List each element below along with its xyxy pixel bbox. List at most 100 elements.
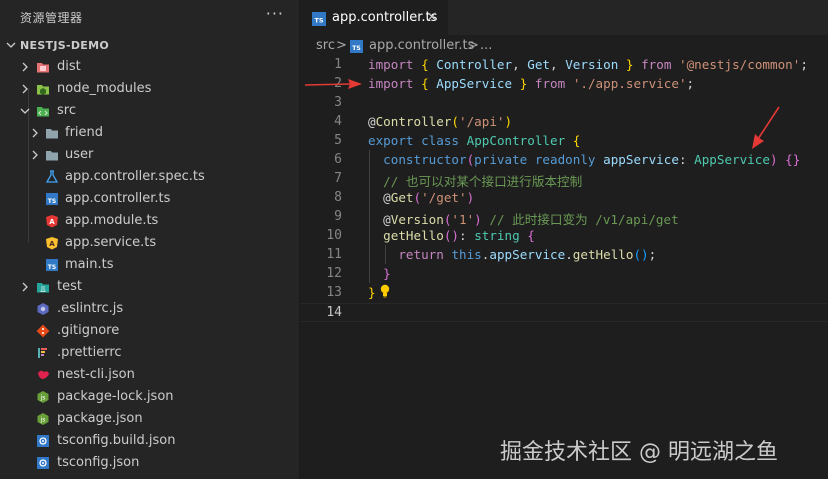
- code-line[interactable]: 9 @Version('1') // 此时接口变为 /v1/api/get: [300, 208, 828, 227]
- line-number: 14: [326, 305, 342, 320]
- code-text: @Version('1') // 此时接口变为 /v1/api/get: [368, 209, 679, 228]
- line-number: 10: [326, 228, 342, 243]
- folder-dist-icon: [37, 63, 49, 73]
- code-token: {: [421, 76, 429, 91]
- code-line[interactable]: 1 import { Controller, Get, Version } fro…: [300, 56, 828, 75]
- tree-file-package-lock[interactable]: js package-lock.json: [0, 386, 300, 408]
- code-area[interactable]: 1 import { Controller, Get, Version } fro…: [300, 56, 828, 322]
- code-line[interactable]: 7 // 也可以对某个接口进行版本控制: [300, 170, 828, 189]
- code-token: readonly: [534, 152, 596, 167]
- chevron-right-icon: [22, 62, 28, 72]
- tree-folder-test[interactable]: test: [0, 276, 300, 298]
- code-token: Get: [390, 190, 414, 205]
- tree-file-app-module[interactable]: A app.module.ts: [0, 210, 300, 232]
- tree-folder-user[interactable]: user: [0, 144, 300, 166]
- breadcrumb-folder[interactable]: src: [316, 38, 335, 53]
- code-token: ;: [686, 76, 695, 91]
- tree-root-nestjs-demo[interactable]: NESTJS-DEMO: [0, 34, 300, 56]
- tree-file-main[interactable]: TS main.ts: [0, 254, 300, 276]
- breadcrumb-separator: >: [336, 38, 347, 53]
- json-file-icon: js: [37, 391, 49, 403]
- typescript-file-icon: TS: [46, 193, 58, 205]
- code-line[interactable]: 11 return this.appService.getHello();: [300, 246, 828, 265]
- tree-item-label: nest-cli.json: [57, 367, 135, 382]
- tree-item-label: friend: [65, 125, 104, 140]
- code-token: '@nestjs/common': [679, 57, 801, 72]
- tree-file-app-service[interactable]: A app.service.ts: [0, 232, 300, 254]
- code-token: }: [368, 285, 376, 300]
- code-token: ,: [550, 57, 558, 72]
- line-number: 12: [326, 266, 342, 281]
- tree-item-label: .gitignore: [57, 323, 120, 338]
- code-text: @Controller('/api'): [368, 114, 512, 129]
- indent-guide: [385, 245, 386, 264]
- tree-file-prettierrc[interactable]: .prettierrc: [0, 342, 300, 364]
- explorer-title: 资源管理器: [20, 11, 83, 25]
- code-text: // 也可以对某个接口进行版本控制: [368, 171, 582, 190]
- tree-file-app-controller[interactable]: TS app.controller.ts: [0, 188, 300, 210]
- code-text: getHello(): string {: [368, 228, 535, 243]
- breadcrumb-more[interactable]: ...: [480, 38, 492, 53]
- tree-item-label: user: [65, 147, 94, 162]
- code-token: (): [633, 247, 649, 262]
- tree-item-label: package-lock.json: [57, 389, 174, 404]
- tree-item-label: dist: [57, 59, 81, 74]
- tree-file-app-controller-spec[interactable]: app.controller.spec.ts: [0, 166, 300, 188]
- close-icon[interactable]: ×: [426, 9, 438, 25]
- typescript-file-icon: TS: [350, 40, 363, 53]
- tree-file-eslintrc[interactable]: .eslintrc.js: [0, 298, 300, 320]
- code-line[interactable]: 14: [300, 303, 828, 322]
- tree-item-label: tsconfig.build.json: [57, 433, 176, 448]
- svg-text:A: A: [49, 218, 55, 226]
- svg-text:TS: TS: [314, 17, 323, 25]
- code-line[interactable]: 8 @Get('/get'): [300, 189, 828, 208]
- code-token: ,: [512, 57, 520, 72]
- indent-guide: [369, 150, 370, 283]
- line-number: 6: [334, 152, 342, 167]
- tree-folder-friend[interactable]: friend: [0, 122, 300, 144]
- code-token: Controller: [428, 57, 513, 72]
- code-token: '1': [451, 212, 475, 227]
- folder-icon: [46, 129, 58, 139]
- code-token: '/api': [459, 114, 505, 129]
- code-token: './app.service': [572, 76, 687, 91]
- tab-app-controller[interactable]: TS app.controller.ts ×: [300, 0, 448, 35]
- tree-file-tsconfig-build[interactable]: tsconfig.build.json: [0, 430, 300, 452]
- tree-file-tsconfig[interactable]: tsconfig.json: [0, 452, 300, 474]
- breadcrumb-separator: >: [468, 38, 479, 53]
- tree-folder-dist[interactable]: dist: [0, 56, 300, 78]
- breadcrumb-file[interactable]: app.controller.ts: [369, 38, 474, 53]
- tree-file-gitignore[interactable]: .gitignore: [0, 320, 300, 342]
- more-actions-icon[interactable]: ···: [266, 4, 284, 23]
- tsconfig-icon: [37, 435, 49, 447]
- line-number: 7: [334, 171, 342, 186]
- line-number: 11: [326, 247, 342, 262]
- line-number: 3: [334, 95, 342, 110]
- line-number: 4: [334, 114, 342, 129]
- tree-folder-node-modules[interactable]: node_modules: [0, 78, 300, 100]
- tree-folder-src[interactable]: src: [0, 100, 300, 122]
- svg-text:A: A: [49, 240, 55, 248]
- code-line[interactable]: 2import { AppService } from './app.servi…: [300, 75, 828, 94]
- tree-file-package[interactable]: js package.json: [0, 408, 300, 430]
- code-text: export class AppController {: [368, 133, 580, 148]
- code-token: :: [678, 152, 695, 167]
- lightbulb-icon[interactable]: [379, 284, 391, 298]
- code-token: from: [641, 57, 672, 72]
- annotation-arrow-left: [304, 79, 362, 89]
- code-line[interactable]: 12 }: [300, 265, 828, 284]
- code-line[interactable]: 10 getHello(): string {: [300, 227, 828, 246]
- tree-file-nest-cli[interactable]: nest-cli.json: [0, 364, 300, 386]
- code-token: export: [368, 133, 414, 148]
- code-token: Get: [519, 57, 551, 72]
